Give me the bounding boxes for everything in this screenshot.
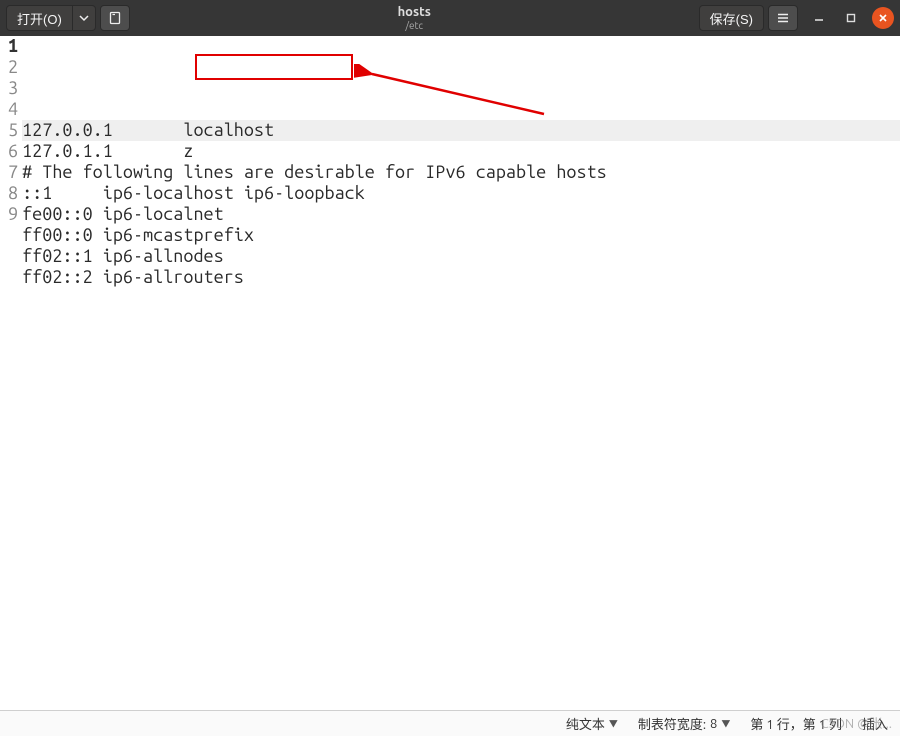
open-button-label: 打开(O) (17, 9, 62, 28)
line-number: 4 (8, 99, 18, 120)
close-icon (877, 12, 889, 24)
code-line[interactable]: ::1 ip6-localhost ip6-loopback (22, 183, 900, 204)
code-area[interactable]: 127.0.0.1 localhost127.0.1.1 z# The foll… (22, 36, 900, 710)
line-number: 5 (8, 120, 18, 141)
cursor-position: 第 1 行，第 1 列 (750, 714, 842, 733)
line-number-gutter: 123456789 (0, 36, 22, 710)
cursor-position-label: 第 1 行，第 1 列 (750, 714, 842, 733)
status-bar: 纯文本 ▼ 制表符宽度: 8 ▼ 第 1 行，第 1 列 插入 (0, 710, 900, 736)
window-title-area: hosts /etc (134, 5, 695, 30)
hamburger-icon (776, 11, 790, 25)
tab-width-selector[interactable]: 制表符宽度: 8 ▼ (638, 714, 731, 733)
insert-mode-indicator[interactable]: 插入 (862, 714, 888, 733)
insert-mode-label: 插入 (862, 714, 888, 733)
line-number: 2 (8, 57, 18, 78)
maximize-icon (845, 12, 857, 24)
hamburger-menu-button[interactable] (768, 5, 798, 31)
language-selector[interactable]: 纯文本 ▼ (566, 714, 618, 733)
line-number: 8 (8, 183, 18, 204)
line-number: 3 (8, 78, 18, 99)
annotation-arrow-icon (354, 64, 554, 124)
annotation-box (195, 54, 353, 80)
code-line[interactable]: # The following lines are desirable for … (22, 162, 900, 183)
new-document-icon (108, 11, 122, 25)
tab-width-label: 制表符宽度: (638, 714, 706, 733)
language-label: 纯文本 (566, 714, 605, 733)
document-title: hosts (398, 5, 431, 19)
tab-width-value: 8 (710, 717, 717, 731)
text-editor[interactable]: 123456789 127.0.0.1 localhost127.0.1.1 z… (0, 36, 900, 710)
line-number: 1 (8, 36, 18, 57)
new-tab-button[interactable] (100, 5, 130, 31)
code-line[interactable]: 127.0.0.1 localhost (22, 120, 900, 141)
chevron-down-icon (79, 13, 89, 23)
save-button-label: 保存(S) (710, 9, 753, 28)
chevron-down-icon: ▼ (721, 717, 730, 730)
minimize-icon (813, 12, 825, 24)
open-dropdown-button[interactable] (73, 5, 96, 31)
code-line[interactable]: fe00::0 ip6-localnet (22, 204, 900, 225)
document-path: /etc (405, 20, 423, 31)
minimize-button[interactable] (808, 7, 830, 29)
code-line[interactable]: ff02::2 ip6-allrouters (22, 267, 900, 288)
save-button[interactable]: 保存(S) (699, 5, 764, 31)
chevron-down-icon: ▼ (609, 717, 618, 730)
window-titlebar: 打开(O) hosts /etc 保存(S) (0, 0, 900, 36)
open-button-group: 打开(O) (6, 5, 96, 31)
maximize-button[interactable] (840, 7, 862, 29)
window-controls (808, 7, 894, 29)
line-number: 9 (8, 204, 18, 225)
code-line[interactable]: 127.0.1.1 z (22, 141, 900, 162)
code-line[interactable]: ff00::0 ip6-mcastprefix (22, 225, 900, 246)
line-number: 7 (8, 162, 18, 183)
open-button[interactable]: 打开(O) (6, 5, 73, 31)
close-button[interactable] (872, 7, 894, 29)
line-number: 6 (8, 141, 18, 162)
code-line[interactable]: ff02::1 ip6-allnodes (22, 246, 900, 267)
